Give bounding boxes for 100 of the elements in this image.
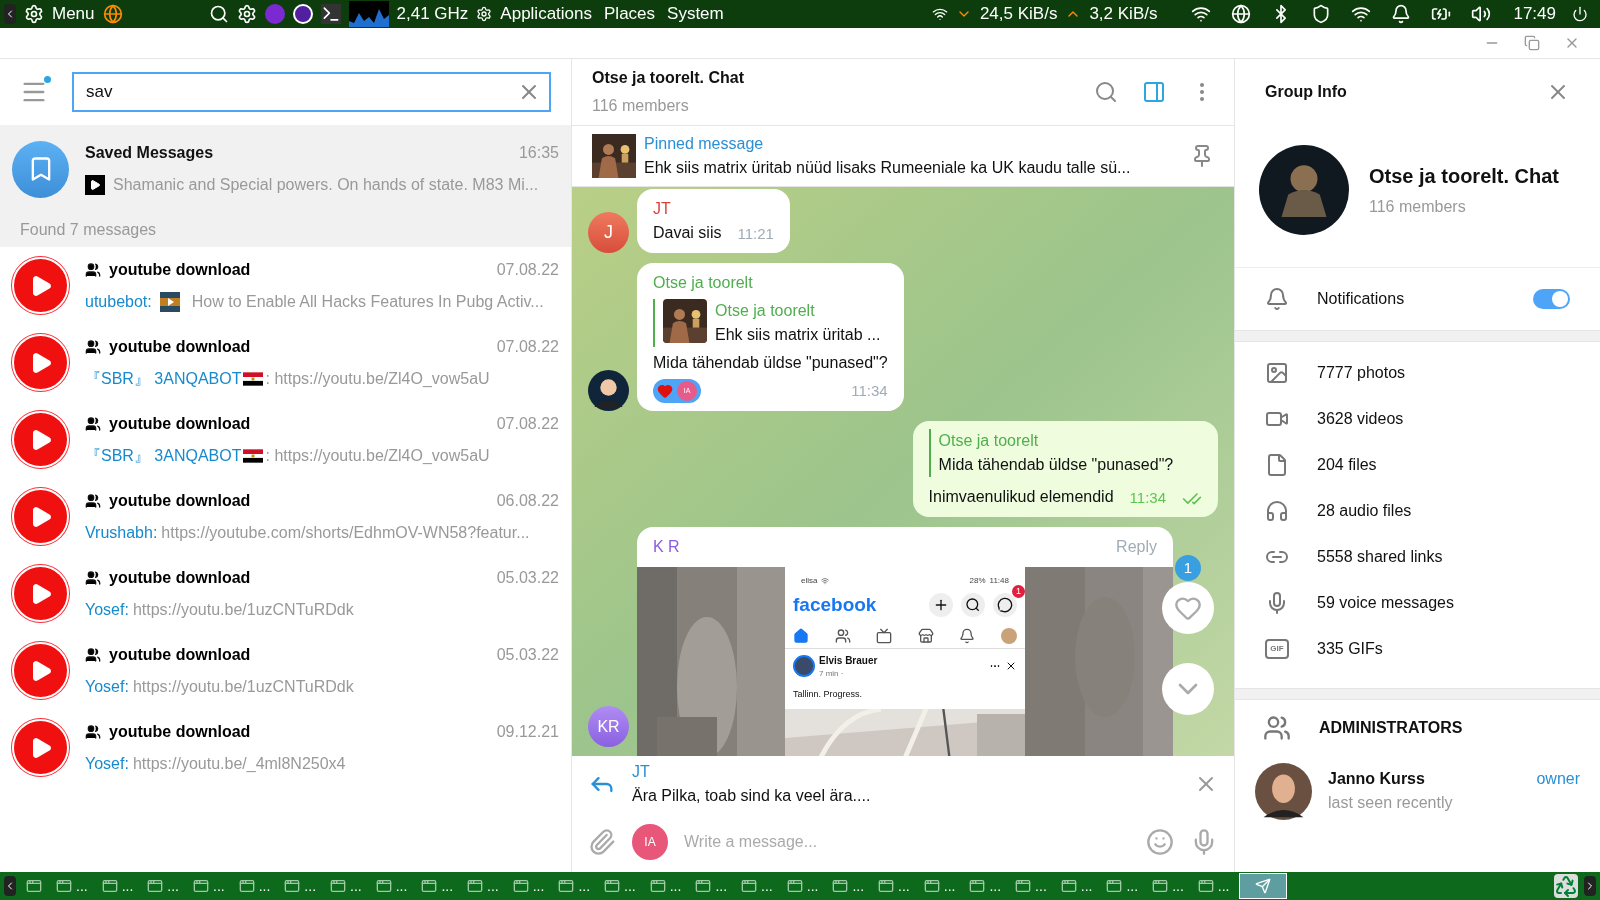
scroll-down-button[interactable] <box>1162 663 1214 715</box>
user-avatar: J <box>588 212 629 253</box>
taskbar-item[interactable]: ... <box>1011 873 1051 899</box>
taskbar-item[interactable]: ... <box>554 873 595 899</box>
search-icon[interactable] <box>1094 80 1118 104</box>
emoji-icon[interactable] <box>1146 828 1174 856</box>
message-preview: : https://youtu.be/Zl4O_vow5aU <box>265 445 490 466</box>
wifi-icon[interactable] <box>1191 4 1212 24</box>
taskbar-item[interactable]: ... <box>965 873 1006 899</box>
chat-name: youtube download <box>109 259 251 280</box>
taskbar-item[interactable]: ... <box>919 873 960 899</box>
taskbar-item[interactable]: ... <box>1056 873 1097 899</box>
media-link[interactable]: 3628 videos <box>1235 396 1600 442</box>
taskbar-item[interactable]: ... <box>600 873 640 899</box>
result-date: 06.08.22 <box>496 490 559 511</box>
result-date: 07.08.22 <box>496 259 559 280</box>
taskbar-item[interactable]: ... <box>371 873 412 899</box>
window-icon <box>1197 878 1214 894</box>
pinned-message-bar[interactable]: Pinned message Ehk siis matrix üritab nüüd lisaks Rumeeniale ka UK kaudu talle sü... <box>572 125 1234 187</box>
taskbar-item[interactable]: ... <box>508 873 549 899</box>
media-link[interactable]: GIF 335 GIFs <box>1235 626 1600 672</box>
attach-icon[interactable] <box>588 828 616 856</box>
media-link[interactable]: 204 files <box>1235 442 1600 488</box>
taskbar-item[interactable]: ... <box>737 873 777 899</box>
message-preview: https://youtu.be/_4ml8N250x4 <box>132 753 346 774</box>
pinned-text: Ehk siis matrix üritab nüüd lisaks Rumeeniale ka UK kaudu talle sü... <box>644 158 1132 178</box>
network-icon <box>931 6 948 22</box>
taskbar-item[interactable]: ... <box>1102 873 1143 899</box>
taskbar-item[interactable]: ... <box>1193 873 1234 899</box>
window-icon <box>878 878 895 894</box>
bell-icon[interactable] <box>1391 4 1412 24</box>
admin-row[interactable]: Janno Kurss owner last seen recently <box>1235 756 1600 826</box>
chat-name: youtube download <box>109 490 251 511</box>
menu-button[interactable]: Menu <box>52 1 95 27</box>
taskbar-item[interactable]: ... <box>97 873 138 899</box>
scroll-right-icon[interactable] <box>1584 876 1596 896</box>
gif-icon: GIF <box>1265 639 1289 659</box>
chat-name: youtube download <box>109 721 251 742</box>
taskbar-item[interactable]: ... <box>1148 873 1188 899</box>
media-link[interactable]: 7777 photos <box>1235 350 1600 396</box>
taskbar-item[interactable]: ... <box>52 873 92 899</box>
window-icon <box>330 878 347 894</box>
volume-icon[interactable] <box>1471 4 1492 24</box>
wifi-icon[interactable] <box>1351 4 1372 24</box>
trash-icon[interactable] <box>1554 874 1578 898</box>
taskbar-item[interactable]: ... <box>280 873 321 899</box>
app-icon[interactable] <box>292 4 313 24</box>
window-icon <box>1015 878 1032 894</box>
message-preview: How to Enable All Hacks Features In Pubg Activ... <box>191 291 544 312</box>
power-icon[interactable] <box>1572 6 1588 22</box>
taskbar-item[interactable]: ... <box>326 873 366 899</box>
quoted-text: Ehk siis matrix üritab ... <box>715 325 881 345</box>
scroll-left-icon[interactable] <box>4 4 16 24</box>
taskbar-item[interactable]: ... <box>874 873 914 899</box>
taskbar-item[interactable]: ... <box>828 873 869 899</box>
globe-icon[interactable] <box>1231 4 1252 24</box>
flag-icon <box>243 371 264 386</box>
browser-icon[interactable] <box>102 4 123 24</box>
sidebar-toggle-icon[interactable] <box>1142 80 1166 104</box>
member-count: 116 members <box>1369 197 1467 217</box>
shield-icon[interactable] <box>1311 4 1332 24</box>
gears-icon[interactable] <box>236 4 257 24</box>
group-icon <box>85 261 101 278</box>
restore-icon[interactable] <box>1524 35 1540 51</box>
sender-avatar[interactable]: IA <box>632 824 668 860</box>
terminal-icon[interactable] <box>320 4 341 24</box>
panel-menu[interactable]: Places <box>604 1 656 27</box>
section-title: ADMINISTRATORS <box>1319 718 1463 738</box>
taskbar-item[interactable]: ... <box>189 873 229 899</box>
panel-title: Group Info <box>1265 82 1348 102</box>
chat-name: youtube download <box>109 413 251 434</box>
group-icon <box>85 338 101 355</box>
notifications-toggle[interactable] <box>1533 289 1570 309</box>
taskbar-item[interactable]: ... <box>234 873 275 899</box>
taskbar-item[interactable]: ... <box>463 873 503 899</box>
download-speed: 24,5 KiB/s <box>979 3 1058 26</box>
panel-menu[interactable]: Applications <box>500 1 592 27</box>
window-icon <box>923 878 940 894</box>
quoted-message[interactable]: Otse ja toorelt Ehk siis matrix üritab ... <box>653 299 888 347</box>
search-app-icon[interactable] <box>208 4 229 24</box>
taskbar-item[interactable]: ... <box>143 873 183 899</box>
search-field[interactable]: sav <box>72 72 551 112</box>
poster-avatar <box>793 655 815 677</box>
quoted-message[interactable]: Otse ja toorelt Mida tähendab üldse "punased"? <box>928 429 1202 477</box>
panel-menu[interactable]: System <box>667 1 724 27</box>
reaction-button[interactable] <box>1162 582 1214 634</box>
window-icon <box>832 878 849 894</box>
media-link[interactable]: 28 audio files <box>1235 488 1600 534</box>
media-link[interactable]: 59 voice messages <box>1235 580 1600 626</box>
scroll-left-icon[interactable] <box>4 876 16 896</box>
taskbar-item[interactable]: ... <box>782 873 823 899</box>
taskbar-item[interactable]: ... <box>691 873 732 899</box>
media-link[interactable]: 5558 shared links <box>1235 534 1600 580</box>
taskbar-item[interactable]: ... <box>417 873 458 899</box>
taskbar-item[interactable]: ... <box>645 873 686 899</box>
friends-icon <box>834 627 851 644</box>
message-input[interactable]: Write a message... <box>684 830 1130 854</box>
taskbar-item[interactable] <box>1239 873 1288 899</box>
quoted-sender: Otse ja toorelt <box>938 431 1040 451</box>
saved-messages-row[interactable]: Saved Messages 16:35 Shamanic and Special powers. On hands of state. M83 Mi... <box>0 125 571 213</box>
